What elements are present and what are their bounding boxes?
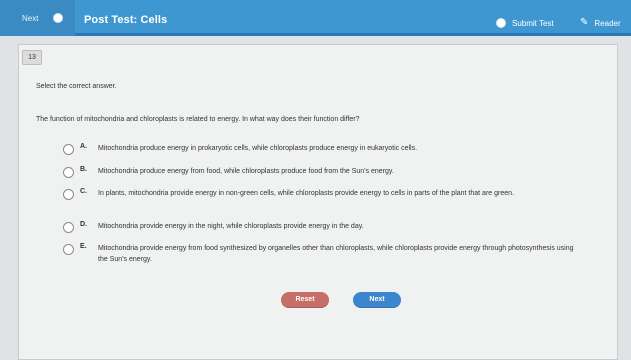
choice-letter: D. [80,221,87,228]
choice-text: In plants, mitochondria provide energy i… [98,190,514,197]
circle-icon[interactable] [53,13,63,23]
answer-choice-b[interactable]: B. Mitochondria produce energy from food… [63,166,583,178]
pen-icon: ✎ [580,17,589,28]
choice-text: Mitochondria produce energy from food, w… [98,168,394,175]
submit-test-button[interactable]: Submit Test [496,18,554,28]
radio-button-c[interactable] [63,189,74,200]
answer-choice-e[interactable]: E. Mitochondria provide energy from food… [63,243,583,265]
circle-icon [496,18,506,28]
choice-letter: C. [80,188,87,195]
instruction-text: Select the correct answer. [36,83,117,90]
nav-next-label[interactable]: Next [22,14,38,23]
answer-choice-c[interactable]: C. In plants, mitochondria provide energ… [63,188,583,200]
choice-letter: E. [80,243,87,250]
choice-text: Mitochondria produce energy in prokaryot… [98,145,418,152]
choice-letter: A. [80,143,87,150]
page-title: Post Test: Cells [84,14,168,26]
radio-button-d[interactable] [63,222,74,233]
reader-label: Reader [594,18,621,28]
answer-choice-a[interactable]: A. Mitochondria produce energy in prokar… [63,143,583,155]
top-toolbar: Next Post Test: Cells Submit Test ✎ Read… [0,0,631,36]
question-prompt: The function of mitochondria and chlorop… [36,116,360,123]
choice-text: Mitochondria provide energy in the night… [98,223,364,230]
submit-test-label: Submit Test [512,18,554,28]
choice-letter: B. [80,166,87,173]
answer-choice-d[interactable]: D. Mitochondria provide energy in the ni… [63,221,583,233]
reader-button[interactable]: ✎ Reader [580,18,621,28]
radio-button-b[interactable] [63,167,74,178]
question-number: 13 [22,50,42,65]
radio-button-e[interactable] [63,244,74,255]
back-next-nav[interactable]: Next [0,0,75,36]
choice-text: Mitochondria provide energy from food sy… [98,245,574,264]
radio-button-a[interactable] [63,144,74,155]
question-panel [18,44,618,360]
next-button[interactable]: Next [353,292,401,308]
action-buttons: Reset Next [281,292,401,308]
reset-button[interactable]: Reset [281,292,329,308]
